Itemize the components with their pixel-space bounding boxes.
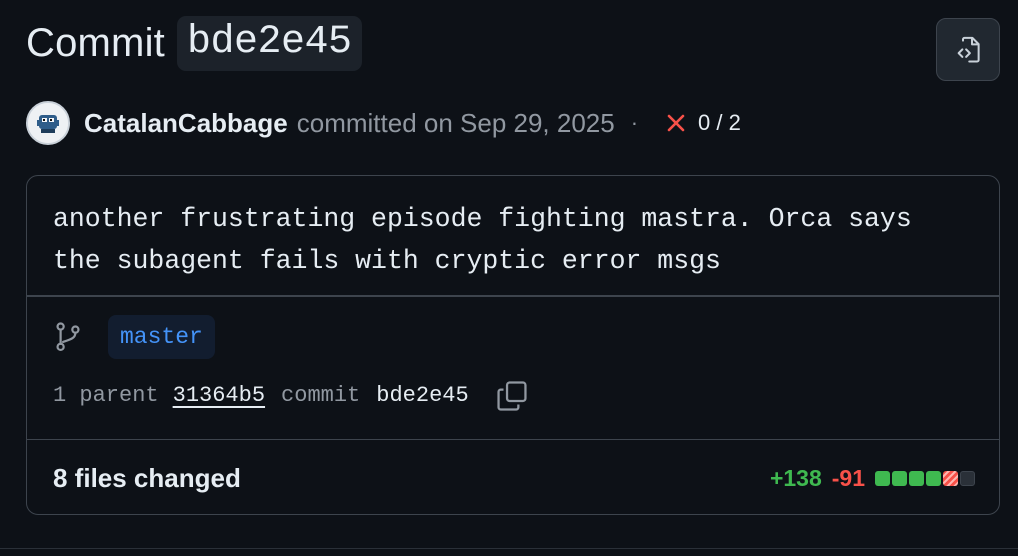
diff-block-added	[926, 470, 941, 486]
diff-block-added	[909, 470, 924, 486]
deletions-count: -91	[831, 464, 865, 491]
page-title: Commit bde2e45	[26, 16, 362, 71]
committed-date: committed on Sep 29, 2025	[296, 107, 615, 138]
commit-meta: CatalanCabbage committed on Sep 29, 2025…	[26, 100, 741, 146]
x-icon	[667, 114, 685, 132]
parent-sha-link[interactable]: 31364b5	[173, 383, 265, 408]
commit-label: commit	[281, 383, 361, 408]
commit-details-box: another frustrating episode fighting mas…	[26, 175, 1000, 515]
parent-label: 1 parent	[53, 383, 159, 408]
title-word: Commit	[26, 21, 165, 65]
parent-commit-line: 1 parent 31364b5 commit bde2e45	[53, 379, 529, 413]
diff-block-added	[875, 470, 890, 486]
avatar[interactable]	[26, 101, 70, 145]
file-code-icon	[957, 36, 980, 62]
bottom-divider	[0, 548, 1018, 549]
title-sha: bde2e45	[176, 16, 362, 71]
separator-dot: ·	[630, 110, 639, 135]
author-link[interactable]: CatalanCabbage	[84, 108, 288, 139]
commit-message: another frustrating episode fighting mas…	[53, 204, 912, 276]
browse-files-button[interactable]	[936, 18, 1000, 81]
copy-sha-button[interactable]	[495, 379, 529, 413]
diffstat-blocks	[875, 470, 975, 486]
avatar-image	[28, 103, 68, 143]
copy-icon	[497, 380, 527, 411]
files-changed-count: 8 files changed	[53, 462, 241, 493]
commit-page: Commit bde2e45 CatalanCabbage committed …	[0, 0, 1018, 556]
additions-count: +138	[769, 464, 822, 491]
diff-block-neutral	[960, 470, 975, 486]
checks-count: 0 / 2	[698, 110, 741, 135]
files-summary: 8 files changed +138 -91	[27, 440, 999, 514]
branch-tag[interactable]: master	[108, 314, 215, 359]
commit-refs: master 1 parent 31364b5 commit bde2e45	[27, 297, 999, 439]
check-status[interactable]: 0 / 2	[666, 110, 741, 136]
commit-sha: bde2e45	[376, 383, 469, 408]
git-branch-icon	[56, 321, 80, 351]
diff-block-added	[892, 470, 907, 486]
diff-block-deleted	[943, 470, 958, 486]
diffstat: +138 -91	[769, 440, 975, 514]
